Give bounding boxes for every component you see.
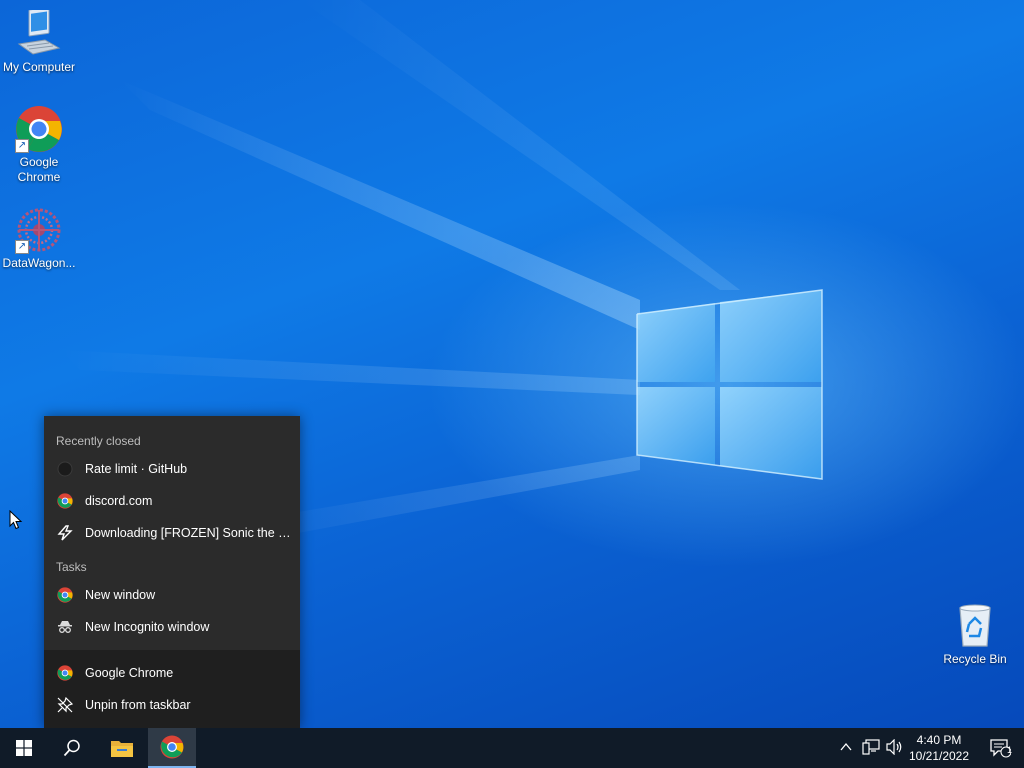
chrome-jump-list: Recently closed Rate limit · GitHub disc… <box>44 416 300 728</box>
jump-item-downloading-sonic[interactable]: Downloading [FROZEN] Sonic the Hed... <box>44 517 300 549</box>
chrome-taskbar-button[interactable] <box>148 728 196 768</box>
chrome-icon <box>56 664 74 682</box>
taskbar: 4:40 PM 10/21/2022 1 <box>0 728 1024 768</box>
shortcut-arrow-icon: ↗ <box>15 240 29 254</box>
jump-item-google-chrome[interactable]: Google Chrome <box>44 657 300 689</box>
unpin-icon <box>56 696 74 714</box>
jump-item-label: New window <box>85 588 156 602</box>
network-icon[interactable] <box>862 739 880 755</box>
clock-date: 10/21/2022 <box>908 749 970 763</box>
folder-icon <box>111 741 133 757</box>
desktop-icon-label: Google Chrome <box>17 155 61 184</box>
file-explorer-button[interactable] <box>98 728 146 768</box>
jump-item-label: Downloading [FROZEN] Sonic the Hed... <box>85 526 297 540</box>
shortcut-arrow-icon: ↗ <box>15 139 29 153</box>
jump-list-top-section: Recently closed Rate limit · GitHub disc… <box>44 416 300 650</box>
mouse-cursor-icon <box>9 510 23 530</box>
search-icon <box>63 739 80 757</box>
desktop-icon-label: Recycle Bin <box>943 652 1007 666</box>
action-center-button[interactable]: 1 <box>976 728 1024 768</box>
desktop-icon-label: My Computer <box>2 60 76 74</box>
chrome-icon: ↗ <box>15 105 63 153</box>
lightning-icon <box>56 524 74 542</box>
tasks-header: Tasks <box>56 560 87 574</box>
clock-time: 4:40 PM <box>916 733 962 747</box>
jump-item-unpin-from-taskbar[interactable]: Unpin from taskbar <box>44 689 300 721</box>
chevron-up-icon[interactable] <box>840 742 852 752</box>
jump-item-new-incognito-window[interactable]: New Incognito window <box>44 611 300 643</box>
jump-item-discord[interactable]: discord.com <box>44 485 300 517</box>
desktop-icon-label: DataWagon... <box>2 256 76 270</box>
jump-item-label: Google Chrome <box>85 666 174 680</box>
desktop-icon-recycle-bin[interactable]: Recycle Bin <box>936 602 1014 667</box>
desktop-icon-google-chrome[interactable]: ↗ Google Chrome <box>0 105 78 185</box>
windows-start-icon <box>16 740 32 756</box>
recycle-bin-icon <box>951 602 999 650</box>
jump-item-rate-limit-github[interactable]: Rate limit · GitHub <box>44 453 300 485</box>
jump-item-label: discord.com <box>85 494 153 508</box>
computer-icon <box>15 6 63 58</box>
jump-item-label: Rate limit · GitHub <box>85 462 188 476</box>
system-clock[interactable]: 4:40 PM 10/21/2022 <box>906 732 972 764</box>
volume-icon[interactable] <box>886 739 904 755</box>
jump-list-footer: Google Chrome Unpin from taskbar <box>44 650 300 728</box>
notification-count-badge: 1 <box>1007 745 1013 755</box>
jump-item-new-window[interactable]: New window <box>44 579 300 611</box>
chrome-icon <box>160 735 184 759</box>
chrome-icon <box>56 586 74 604</box>
desktop-icon-datawagon[interactable]: ↗ DataWagon... <box>0 206 78 271</box>
search-button[interactable] <box>48 728 96 768</box>
chrome-icon <box>56 492 74 510</box>
jump-item-label: Unpin from taskbar <box>85 698 191 712</box>
incognito-icon <box>56 618 74 636</box>
github-icon <box>56 460 74 478</box>
datawagon-icon: ↗ <box>15 206 63 254</box>
desktop-icon-my-computer[interactable]: My Computer <box>0 6 78 75</box>
jump-item-label: New Incognito window <box>85 620 210 634</box>
recently-closed-header: Recently closed <box>56 434 141 448</box>
start-button[interactable] <box>0 728 48 768</box>
